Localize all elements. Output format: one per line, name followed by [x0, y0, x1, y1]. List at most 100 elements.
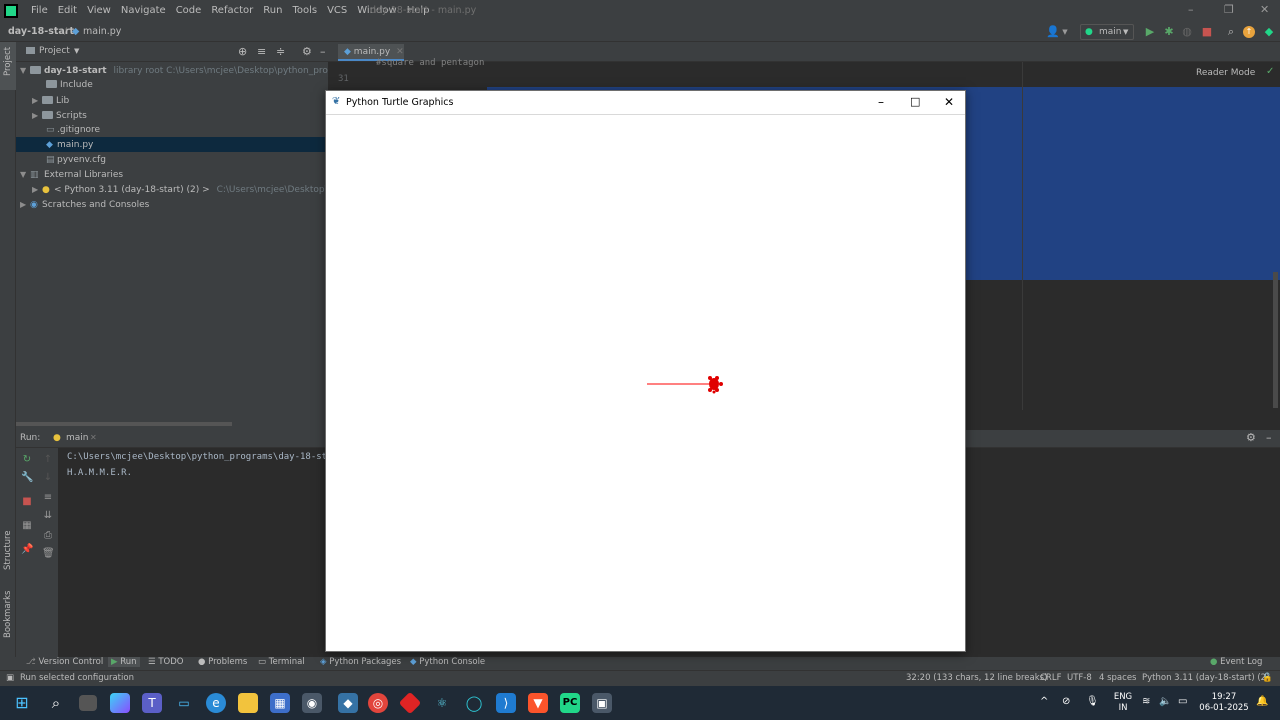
layout-icon[interactable]: ▦: [21, 520, 33, 532]
hide-panel-icon[interactable]: –: [320, 45, 326, 58]
store-icon[interactable]: ▦: [270, 693, 290, 713]
menu-vcs[interactable]: VCS: [322, 5, 352, 16]
react-icon[interactable]: ⚛: [432, 693, 452, 713]
pycharm-icon[interactable]: PC: [560, 693, 580, 713]
locate-icon[interactable]: ⊕: [238, 45, 247, 58]
turtle-graphics-window[interactable]: ❦ Python Turtle Graphics – □ ✕: [325, 90, 966, 652]
scroll-up-icon[interactable]: ↑: [42, 454, 54, 466]
tree-item-project-root[interactable]: ▼ day-18-start library root C:\Users\mcje…: [20, 63, 376, 78]
menu-tools[interactable]: Tools: [287, 5, 322, 16]
tree-item-scratches[interactable]: ▶ ◉ Scratches and Consoles: [20, 197, 149, 212]
tree-item-external-libraries[interactable]: ▼ ▥ External Libraries: [20, 167, 123, 182]
plugin-icon[interactable]: ◆: [1262, 25, 1276, 39]
soft-wrap-icon[interactable]: ≡: [42, 492, 54, 504]
status-indent[interactable]: 4 spaces: [1099, 673, 1136, 683]
tree-item-scripts[interactable]: ▶ Scripts: [32, 108, 87, 123]
tree-item-lib[interactable]: ▶ Lib: [32, 93, 69, 108]
brave-icon[interactable]: ▼: [528, 693, 548, 713]
turtle-canvas[interactable]: [328, 116, 963, 650]
menu-code[interactable]: Code: [171, 5, 207, 16]
mail-icon[interactable]: ▭: [174, 693, 194, 713]
python-icon[interactable]: ◆: [338, 693, 358, 713]
tree-item-main-py[interactable]: ◆ main.py: [46, 138, 93, 153]
windows-start-icon[interactable]: ⊞: [12, 693, 32, 713]
search-icon[interactable]: ⌕: [46, 693, 66, 713]
stop-icon[interactable]: ■: [1200, 25, 1214, 39]
turtle-app-icon[interactable]: ▣: [592, 693, 612, 713]
trash-icon[interactable]: 🗑: [42, 548, 55, 560]
project-view-chevron-icon[interactable]: ▼: [74, 47, 79, 55]
status-caret-position[interactable]: 32:20 (133 chars, 12 line breaks): [906, 673, 1047, 683]
editor-scrollbar[interactable]: [1273, 272, 1278, 408]
menu-file[interactable]: File: [26, 5, 53, 16]
tab-run[interactable]: ▶ Run: [108, 657, 140, 667]
print-icon[interactable]: ⎙: [42, 530, 54, 542]
edge-icon[interactable]: e: [206, 693, 226, 713]
wifi-icon[interactable]: ≋: [1142, 696, 1150, 707]
tab-problems[interactable]: ● Problems: [198, 657, 247, 667]
close-icon[interactable]: ✕: [944, 95, 954, 109]
tab-version-control[interactable]: ⎇ Version Control: [26, 657, 103, 667]
run-config-selector[interactable]: ● main ▼: [1080, 24, 1134, 40]
tab-python-packages[interactable]: ◈ Python Packages: [320, 657, 401, 667]
structure-tool-label[interactable]: Structure: [3, 530, 13, 570]
chrome-icon[interactable]: ◎: [368, 693, 388, 713]
debug-icon[interactable]: ✱: [1162, 25, 1176, 39]
notification-icon[interactable]: 🔔: [1256, 696, 1268, 707]
tab-todo[interactable]: ☰ TODO: [148, 657, 183, 667]
stop-icon[interactable]: ■: [21, 496, 33, 508]
tree-item-python-sdk[interactable]: ▶ ● < Python 3.11 (day-18-start) (2) > C:\…: [32, 182, 369, 197]
horizontal-scrollbar[interactable]: [16, 422, 232, 426]
menu-refactor[interactable]: Refactor: [206, 5, 258, 16]
reader-mode-toggle[interactable]: Reader Mode: [1196, 68, 1255, 78]
maximize-icon[interactable]: □: [910, 95, 920, 108]
cortana-icon[interactable]: ◯: [464, 693, 484, 713]
file-explorer-icon[interactable]: [238, 693, 258, 713]
vscode-icon[interactable]: ⟩: [496, 693, 516, 713]
event-log-button[interactable]: ● Event Log: [1210, 657, 1262, 667]
close-tab-icon[interactable]: ✕: [90, 433, 97, 442]
search-icon[interactable]: ⌕: [1224, 25, 1238, 39]
expand-all-icon[interactable]: ≡: [257, 45, 266, 58]
wrench-icon[interactable]: 🔧: [21, 472, 33, 484]
project-panel-title[interactable]: Project: [39, 46, 70, 56]
close-tab-icon[interactable]: ✕: [396, 47, 404, 57]
clock[interactable]: 19:27 06-01-2025: [1198, 692, 1250, 714]
tree-item-include[interactable]: Include: [46, 78, 93, 93]
battery-icon[interactable]: ▭: [1178, 696, 1187, 707]
copilot-icon[interactable]: [110, 693, 130, 713]
coverage-icon[interactable]: ◍: [1180, 25, 1194, 39]
lock-icon[interactable]: 🔓: [1262, 673, 1273, 683]
hide-panel-icon[interactable]: –: [1266, 431, 1272, 444]
project-tool-label[interactable]: Project: [3, 47, 13, 76]
network-off-icon[interactable]: ⊘: [1062, 696, 1070, 707]
minimize-icon[interactable]: –: [1188, 3, 1194, 16]
scroll-to-end-icon[interactable]: ⇊: [42, 510, 54, 522]
menu-navigate[interactable]: Navigate: [116, 5, 171, 16]
tab-terminal[interactable]: ▭ Terminal: [258, 657, 305, 667]
tree-item-gitignore[interactable]: ▭ .gitignore: [46, 123, 100, 138]
tree-item-pyvenv[interactable]: ▤ pyvenv.cfg: [46, 153, 106, 168]
menu-run[interactable]: Run: [258, 5, 287, 16]
camera-icon[interactable]: ◉: [302, 693, 322, 713]
task-view-icon[interactable]: [79, 695, 97, 711]
update-icon[interactable]: ↑: [1243, 26, 1255, 38]
breadcrumb-file[interactable]: main.py: [83, 26, 121, 37]
menu-view[interactable]: View: [82, 5, 116, 16]
status-line-separator[interactable]: CRLF: [1040, 673, 1061, 683]
chevron-up-icon[interactable]: ^: [1040, 696, 1048, 707]
run-tab-label[interactable]: main: [66, 433, 89, 443]
status-interpreter[interactable]: Python 3.11 (day-18-start) (2): [1142, 673, 1269, 683]
pin-icon[interactable]: 📌: [21, 544, 33, 556]
status-layout-icon[interactable]: ▣: [6, 673, 14, 683]
turtle-window-titlebar[interactable]: ❦ Python Turtle Graphics – □ ✕: [326, 91, 965, 115]
minimize-icon[interactable]: –: [878, 95, 884, 109]
gear-icon[interactable]: ⚙: [302, 45, 312, 58]
menu-edit[interactable]: Edit: [53, 5, 82, 16]
teams-icon[interactable]: T: [142, 693, 162, 713]
status-encoding[interactable]: UTF-8: [1067, 673, 1092, 683]
volume-icon[interactable]: 🔈: [1159, 696, 1171, 707]
close-icon[interactable]: ✕: [1260, 3, 1269, 16]
maximize-icon[interactable]: ❐: [1224, 3, 1234, 16]
microphone-icon[interactable]: 🎙: [1086, 696, 1099, 707]
